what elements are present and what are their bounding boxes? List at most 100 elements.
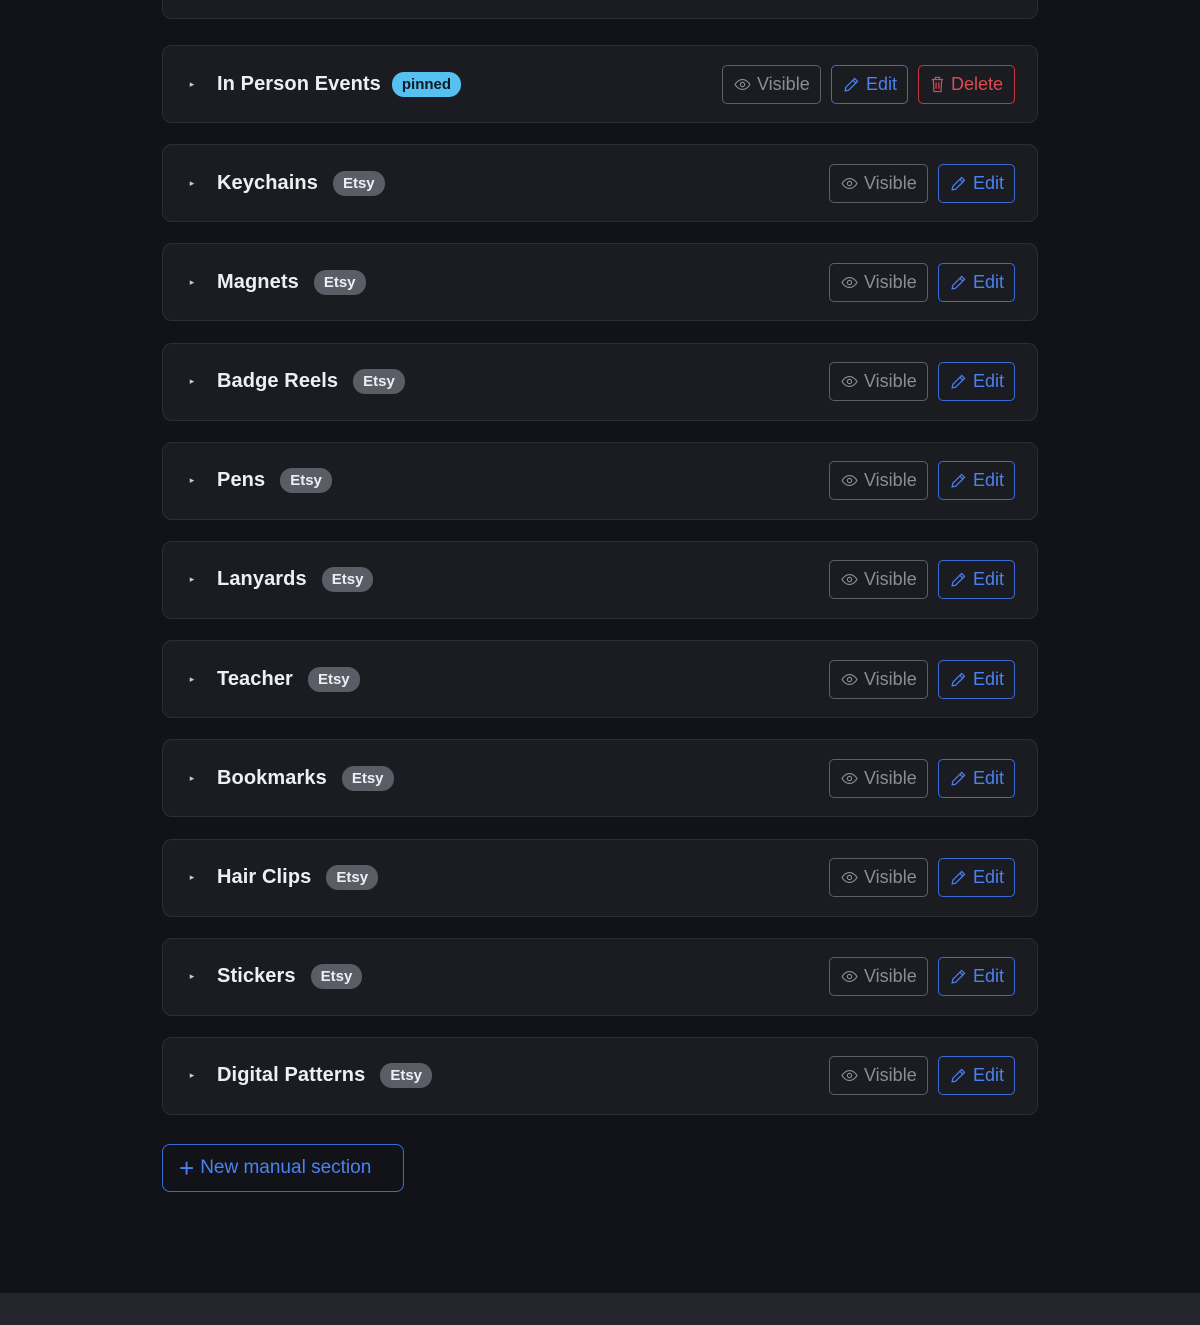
section-actions: Visible Edit [829, 1056, 1015, 1096]
visible-toggle-button[interactable]: Visible [829, 163, 928, 203]
plus-icon: + [179, 1153, 195, 1183]
edit-button-label: Edit [973, 668, 1005, 689]
edit-button[interactable]: Edit [938, 560, 1015, 600]
section-card[interactable]: ▸ Teacher Etsy Visible Edit [162, 640, 1038, 719]
visible-toggle-button[interactable]: Visible [829, 262, 928, 302]
section-actions: Visible Edit [829, 461, 1015, 501]
delete-button-label: Delete [951, 73, 1004, 94]
visible-toggle-button-label: Visible [864, 470, 917, 491]
edit-button-label: Edit [973, 767, 1005, 788]
caret-right-icon[interactable]: ▸ [185, 674, 199, 685]
section-title: Digital Patterns [217, 1064, 366, 1087]
delete-button[interactable]: Delete [918, 64, 1015, 104]
section-card[interactable]: ▸ In Person Events pinned Visible Edit Delete [162, 45, 1038, 123]
visible-toggle-button[interactable]: Visible [829, 560, 928, 600]
pencil-icon [950, 770, 973, 787]
pencil-icon [950, 968, 973, 985]
edit-button-label: Edit [973, 966, 1005, 987]
edit-button-label: Edit [973, 172, 1005, 193]
section-actions: Visible Edit [829, 163, 1015, 203]
section-card[interactable]: ▸ Stickers Etsy Visible Edit [162, 937, 1038, 1016]
pencil-icon [843, 76, 866, 93]
section-actions: Visible Edit [829, 262, 1015, 302]
caret-right-icon[interactable]: ▸ [185, 971, 199, 982]
pencil-icon [950, 571, 973, 588]
section-title: Bookmarks [217, 766, 327, 789]
edit-button[interactable]: Edit [831, 64, 908, 104]
caret-right-icon[interactable]: ▸ [185, 79, 199, 90]
eye-icon [841, 274, 864, 291]
previous-section-card [162, 0, 1038, 19]
pencil-icon [950, 175, 973, 192]
eye-icon [841, 770, 864, 787]
edit-button[interactable]: Edit [938, 262, 1015, 302]
section-actions: Visible Edit [829, 659, 1015, 699]
edit-button-label: Edit [973, 867, 1005, 887]
section-title: Magnets [217, 270, 299, 293]
edit-button[interactable]: Edit [938, 957, 1015, 997]
caret-right-icon[interactable]: ▸ [185, 773, 199, 784]
edit-button[interactable]: Edit [938, 461, 1015, 501]
section-actions: Visible Edit [829, 560, 1015, 600]
visible-toggle-button-label: Visible [864, 867, 917, 887]
caret-right-icon[interactable]: ▸ [185, 475, 199, 486]
pencil-icon [950, 671, 973, 688]
section-title: In Person Events [217, 72, 381, 95]
visible-toggle-button[interactable]: Visible [722, 64, 821, 104]
visible-toggle-button-label: Visible [864, 172, 917, 193]
visible-toggle-button[interactable]: Visible [829, 758, 928, 798]
section-card[interactable]: ▸ Keychains Etsy Visible Edit [162, 144, 1038, 223]
edit-button-label: Edit [973, 569, 1005, 590]
edit-button[interactable]: Edit [938, 758, 1015, 798]
visible-toggle-button-label: Visible [757, 73, 810, 94]
etsy-badge: Etsy [307, 666, 360, 692]
edit-button[interactable]: Edit [938, 362, 1015, 402]
eye-icon [841, 1067, 864, 1084]
etsy-badge: Etsy [280, 468, 332, 494]
edit-button[interactable]: Edit [938, 1056, 1015, 1096]
visible-toggle-button-label: Visible [864, 668, 917, 689]
visible-toggle-button-label: Visible [864, 1065, 917, 1086]
visible-toggle-button[interactable]: Visible [829, 659, 928, 699]
section-card[interactable]: ▸ Badge Reels Etsy Visible Edit [162, 342, 1038, 421]
section-card[interactable]: ▸ Digital Patterns Etsy Visible Edit [162, 1036, 1038, 1115]
trash-icon [930, 76, 951, 93]
visible-toggle-button[interactable]: Visible [829, 1056, 928, 1096]
visible-toggle-button[interactable]: Visible [829, 957, 928, 997]
section-card[interactable]: ▸ Lanyards Etsy Visible Edit [162, 540, 1038, 619]
edit-button[interactable]: Edit [938, 659, 1015, 699]
etsy-badge: Etsy [326, 865, 379, 890]
section-card[interactable]: ▸ Pens Etsy Visible Edit [162, 441, 1038, 520]
section-list: ▸ In Person Events pinned Visible Edit Delete… [162, 45, 1038, 1136]
visible-toggle-button-label: Visible [864, 371, 917, 392]
new-manual-section-button[interactable]: + New manual section [162, 1144, 404, 1192]
section-card[interactable]: ▸ Magnets Etsy Visible Edit [162, 243, 1038, 322]
pencil-icon [950, 274, 973, 291]
edit-button[interactable]: Edit [938, 163, 1015, 203]
edit-button-label: Edit [973, 271, 1005, 292]
section-actions: Visible Edit [829, 957, 1015, 997]
edit-button-label: Edit [866, 73, 898, 94]
edit-button-label: Edit [973, 1065, 1005, 1086]
eye-icon [841, 373, 864, 390]
caret-right-icon[interactable]: ▸ [185, 178, 199, 189]
caret-right-icon[interactable]: ▸ [185, 277, 199, 288]
visible-toggle-button-label: Visible [864, 569, 917, 590]
section-actions: Visible Edit [829, 858, 1015, 897]
caret-right-icon[interactable]: ▸ [185, 872, 199, 883]
section-title: Badge Reels [217, 370, 339, 393]
edit-button[interactable]: Edit [938, 858, 1015, 897]
pencil-icon [950, 1067, 973, 1084]
visible-toggle-button[interactable]: Visible [829, 362, 928, 402]
eye-icon [841, 869, 864, 886]
section-title: Stickers [217, 965, 296, 988]
caret-right-icon[interactable]: ▸ [185, 376, 199, 387]
visible-toggle-button[interactable]: Visible [829, 858, 928, 897]
eye-icon [841, 175, 864, 192]
visible-toggle-button[interactable]: Visible [829, 461, 928, 501]
visible-toggle-button-label: Visible [864, 767, 917, 788]
section-card[interactable]: ▸ Bookmarks Etsy Visible Edit [162, 739, 1038, 818]
section-card[interactable]: ▸ Hair Clips Etsy Visible Edit [162, 838, 1038, 917]
caret-right-icon[interactable]: ▸ [185, 1070, 199, 1081]
caret-right-icon[interactable]: ▸ [185, 574, 199, 585]
